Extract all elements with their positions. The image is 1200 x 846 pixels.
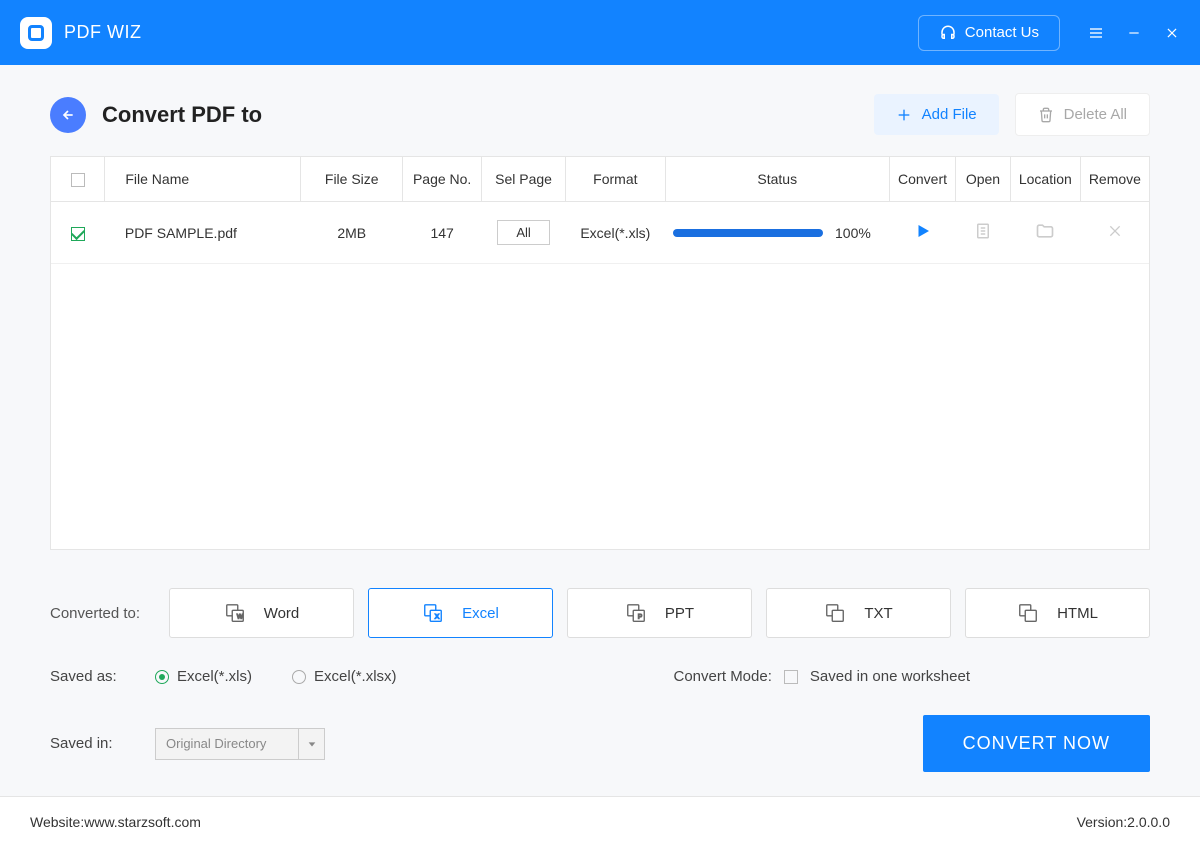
select-all-checkbox[interactable] [71,173,85,187]
titlebar: PDF WIZ Contact Us [0,0,1200,65]
svg-text:W: W [237,614,244,621]
convert-button[interactable] [914,227,932,243]
table-row: PDF SAMPLE.pdf 2MB 147 All Excel(*.xls) … [51,202,1149,264]
trash-icon [1038,107,1054,123]
cell-pageno: 147 [403,202,482,264]
location-button[interactable] [1035,228,1055,244]
saved-in-row: Saved in: Original Directory CONVERT NOW [50,715,1150,772]
file-table: File Name File Size Page No. Sel Page Fo… [50,156,1150,550]
svg-text:P: P [638,614,642,621]
txt-icon [824,602,846,624]
excel-icon: X [422,602,444,624]
version-value: 2.0.0.0 [1127,814,1170,830]
saved-as-label: Saved as: [50,668,155,685]
cell-filename: PDF SAMPLE.pdf [105,202,301,264]
convert-now-button[interactable]: CONVERT NOW [923,715,1150,772]
th-status: Status [665,157,889,202]
th-location: Location [1010,157,1080,202]
back-button[interactable] [50,97,86,133]
saved-in-label: Saved in: [50,735,155,752]
menu-icon[interactable] [1088,25,1104,41]
word-icon: W [224,602,246,624]
app-title: PDF WIZ [64,22,142,43]
saved-as-xls-radio[interactable]: Excel(*.xls) [155,668,252,685]
convert-mode-group: Convert Mode: Saved in one worksheet [674,668,971,685]
th-remove: Remove [1080,157,1149,202]
convert-mode-label: Convert Mode: [674,668,772,685]
page-title: Convert PDF to [102,102,262,128]
chevron-down-icon [298,729,324,759]
progress-bar [673,229,823,237]
sel-page-button[interactable]: All [497,220,549,245]
radio-icon [292,670,306,684]
main-content: Convert PDF to Add File Delete All File … [0,65,1200,796]
html-icon [1017,602,1039,624]
cell-filesize: 2MB [301,202,403,264]
header-row: Convert PDF to Add File Delete All [50,93,1150,136]
th-filesize: File Size [301,157,403,202]
contact-us-button[interactable]: Contact Us [918,15,1060,51]
progress: 100% [673,225,881,241]
format-excel-button[interactable]: X Excel [368,588,553,638]
converted-to-label: Converted to: [50,605,155,622]
ppt-icon: P [625,602,647,624]
website-label: Website: [30,814,84,830]
th-format: Format [566,157,665,202]
version-label: Version: [1077,814,1128,830]
footer: Website: www.starzsoft.com Version: 2.0.… [0,796,1200,846]
saved-as-row: Saved as: Excel(*.xls) Excel(*.xlsx) Con… [50,668,1150,685]
format-txt-button[interactable]: TXT [766,588,951,638]
delete-all-button[interactable]: Delete All [1015,93,1150,136]
progress-pct: 100% [835,225,871,241]
headset-icon [939,24,957,42]
format-html-button[interactable]: HTML [965,588,1150,638]
open-button[interactable] [974,227,992,243]
plus-icon [896,107,912,123]
website-value: www.starzsoft.com [84,814,201,830]
format-ppt-button[interactable]: P PPT [567,588,752,638]
convert-mode-option: Saved in one worksheet [810,668,970,685]
arrow-left-icon [60,107,76,123]
th-convert: Convert [890,157,956,202]
saved-in-select[interactable]: Original Directory [155,728,325,760]
format-row: Converted to: W Word X Excel P PPT TXT H… [50,588,1150,638]
th-filename: File Name [105,157,301,202]
delete-all-label: Delete All [1064,106,1127,123]
convert-mode-checkbox[interactable] [784,670,798,684]
row-checkbox[interactable] [71,227,85,241]
app-logo-icon [20,17,52,49]
th-open: Open [956,157,1011,202]
contact-us-label: Contact Us [965,24,1039,41]
th-pageno: Page No. [403,157,482,202]
minimize-icon[interactable] [1126,25,1142,41]
remove-button[interactable] [1107,226,1123,242]
saved-as-xlsx-radio[interactable]: Excel(*.xlsx) [292,668,397,685]
close-icon[interactable] [1164,25,1180,41]
add-file-button[interactable]: Add File [874,94,999,135]
format-word-button[interactable]: W Word [169,588,354,638]
cell-format: Excel(*.xls) [566,202,665,264]
add-file-label: Add File [922,106,977,123]
th-selpage: Sel Page [481,157,565,202]
radio-icon [155,670,169,684]
svg-text:X: X [435,614,440,621]
